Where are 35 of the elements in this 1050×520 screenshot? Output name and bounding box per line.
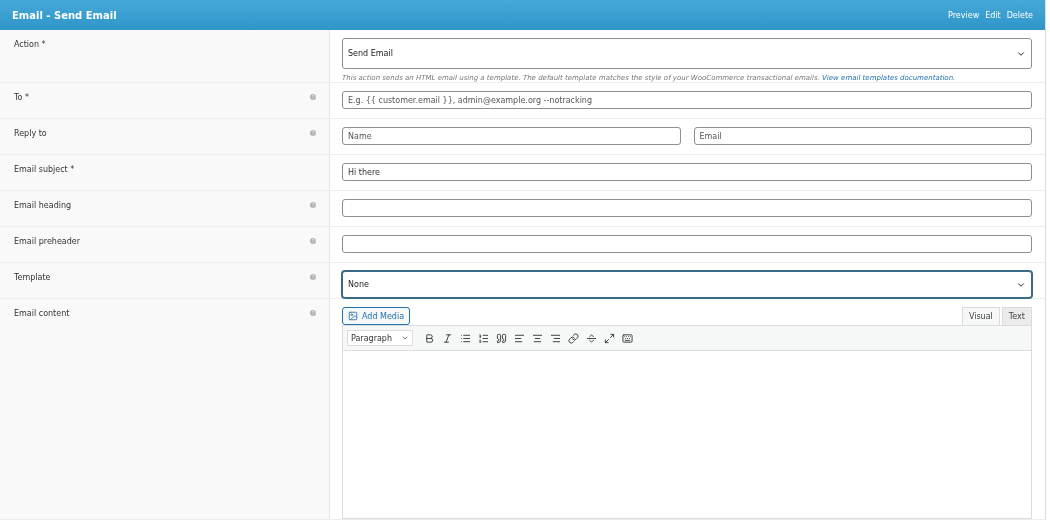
field-label: Template [14, 273, 51, 282]
editor-tab[interactable]: Visual [961, 307, 1000, 325]
align-right-icon[interactable] [550, 332, 561, 344]
horizontal-line-icon[interactable] [586, 332, 597, 344]
text-field[interactable] [342, 235, 1032, 253]
text-field[interactable]: Email [693, 127, 1032, 145]
media-icon [348, 311, 358, 321]
field-label: To * [14, 93, 29, 102]
field-label: Email heading [14, 201, 72, 210]
format-select[interactable]: Paragraph [347, 330, 413, 346]
field-label: Action * [14, 40, 46, 49]
link-icon[interactable] [568, 332, 579, 344]
panel-title: Email - Send Email [12, 9, 117, 21]
field-label: Email preheader [14, 237, 81, 246]
italic-icon[interactable] [442, 332, 453, 344]
align-left-icon[interactable] [514, 332, 525, 344]
align-center-icon[interactable] [532, 332, 543, 344]
text-field[interactable]: Name [342, 127, 681, 145]
field-label: Reply to [14, 129, 47, 138]
editor-tab[interactable]: Text [1001, 307, 1032, 325]
quote-icon[interactable] [496, 332, 507, 344]
keyboard-icon[interactable] [622, 332, 633, 344]
caret-icon [401, 334, 409, 342]
text-field[interactable]: Hi there [342, 163, 1032, 181]
select-field[interactable]: None [342, 271, 1032, 298]
bold-icon[interactable] [424, 332, 435, 344]
bullet-list-icon[interactable] [460, 332, 471, 344]
field-label: Email subject * [14, 165, 75, 174]
select-field[interactable]: Send Email [342, 38, 1032, 69]
add-media-button[interactable]: Add Media [342, 307, 411, 325]
text-field[interactable]: E.g. {{ customer.email }}, admin@example.org --notracking [342, 91, 1032, 109]
text-field[interactable] [342, 199, 1032, 217]
field-label: Email content [14, 309, 70, 318]
fullscreen-icon[interactable] [604, 332, 615, 344]
numbered-list-icon[interactable] [478, 332, 489, 344]
